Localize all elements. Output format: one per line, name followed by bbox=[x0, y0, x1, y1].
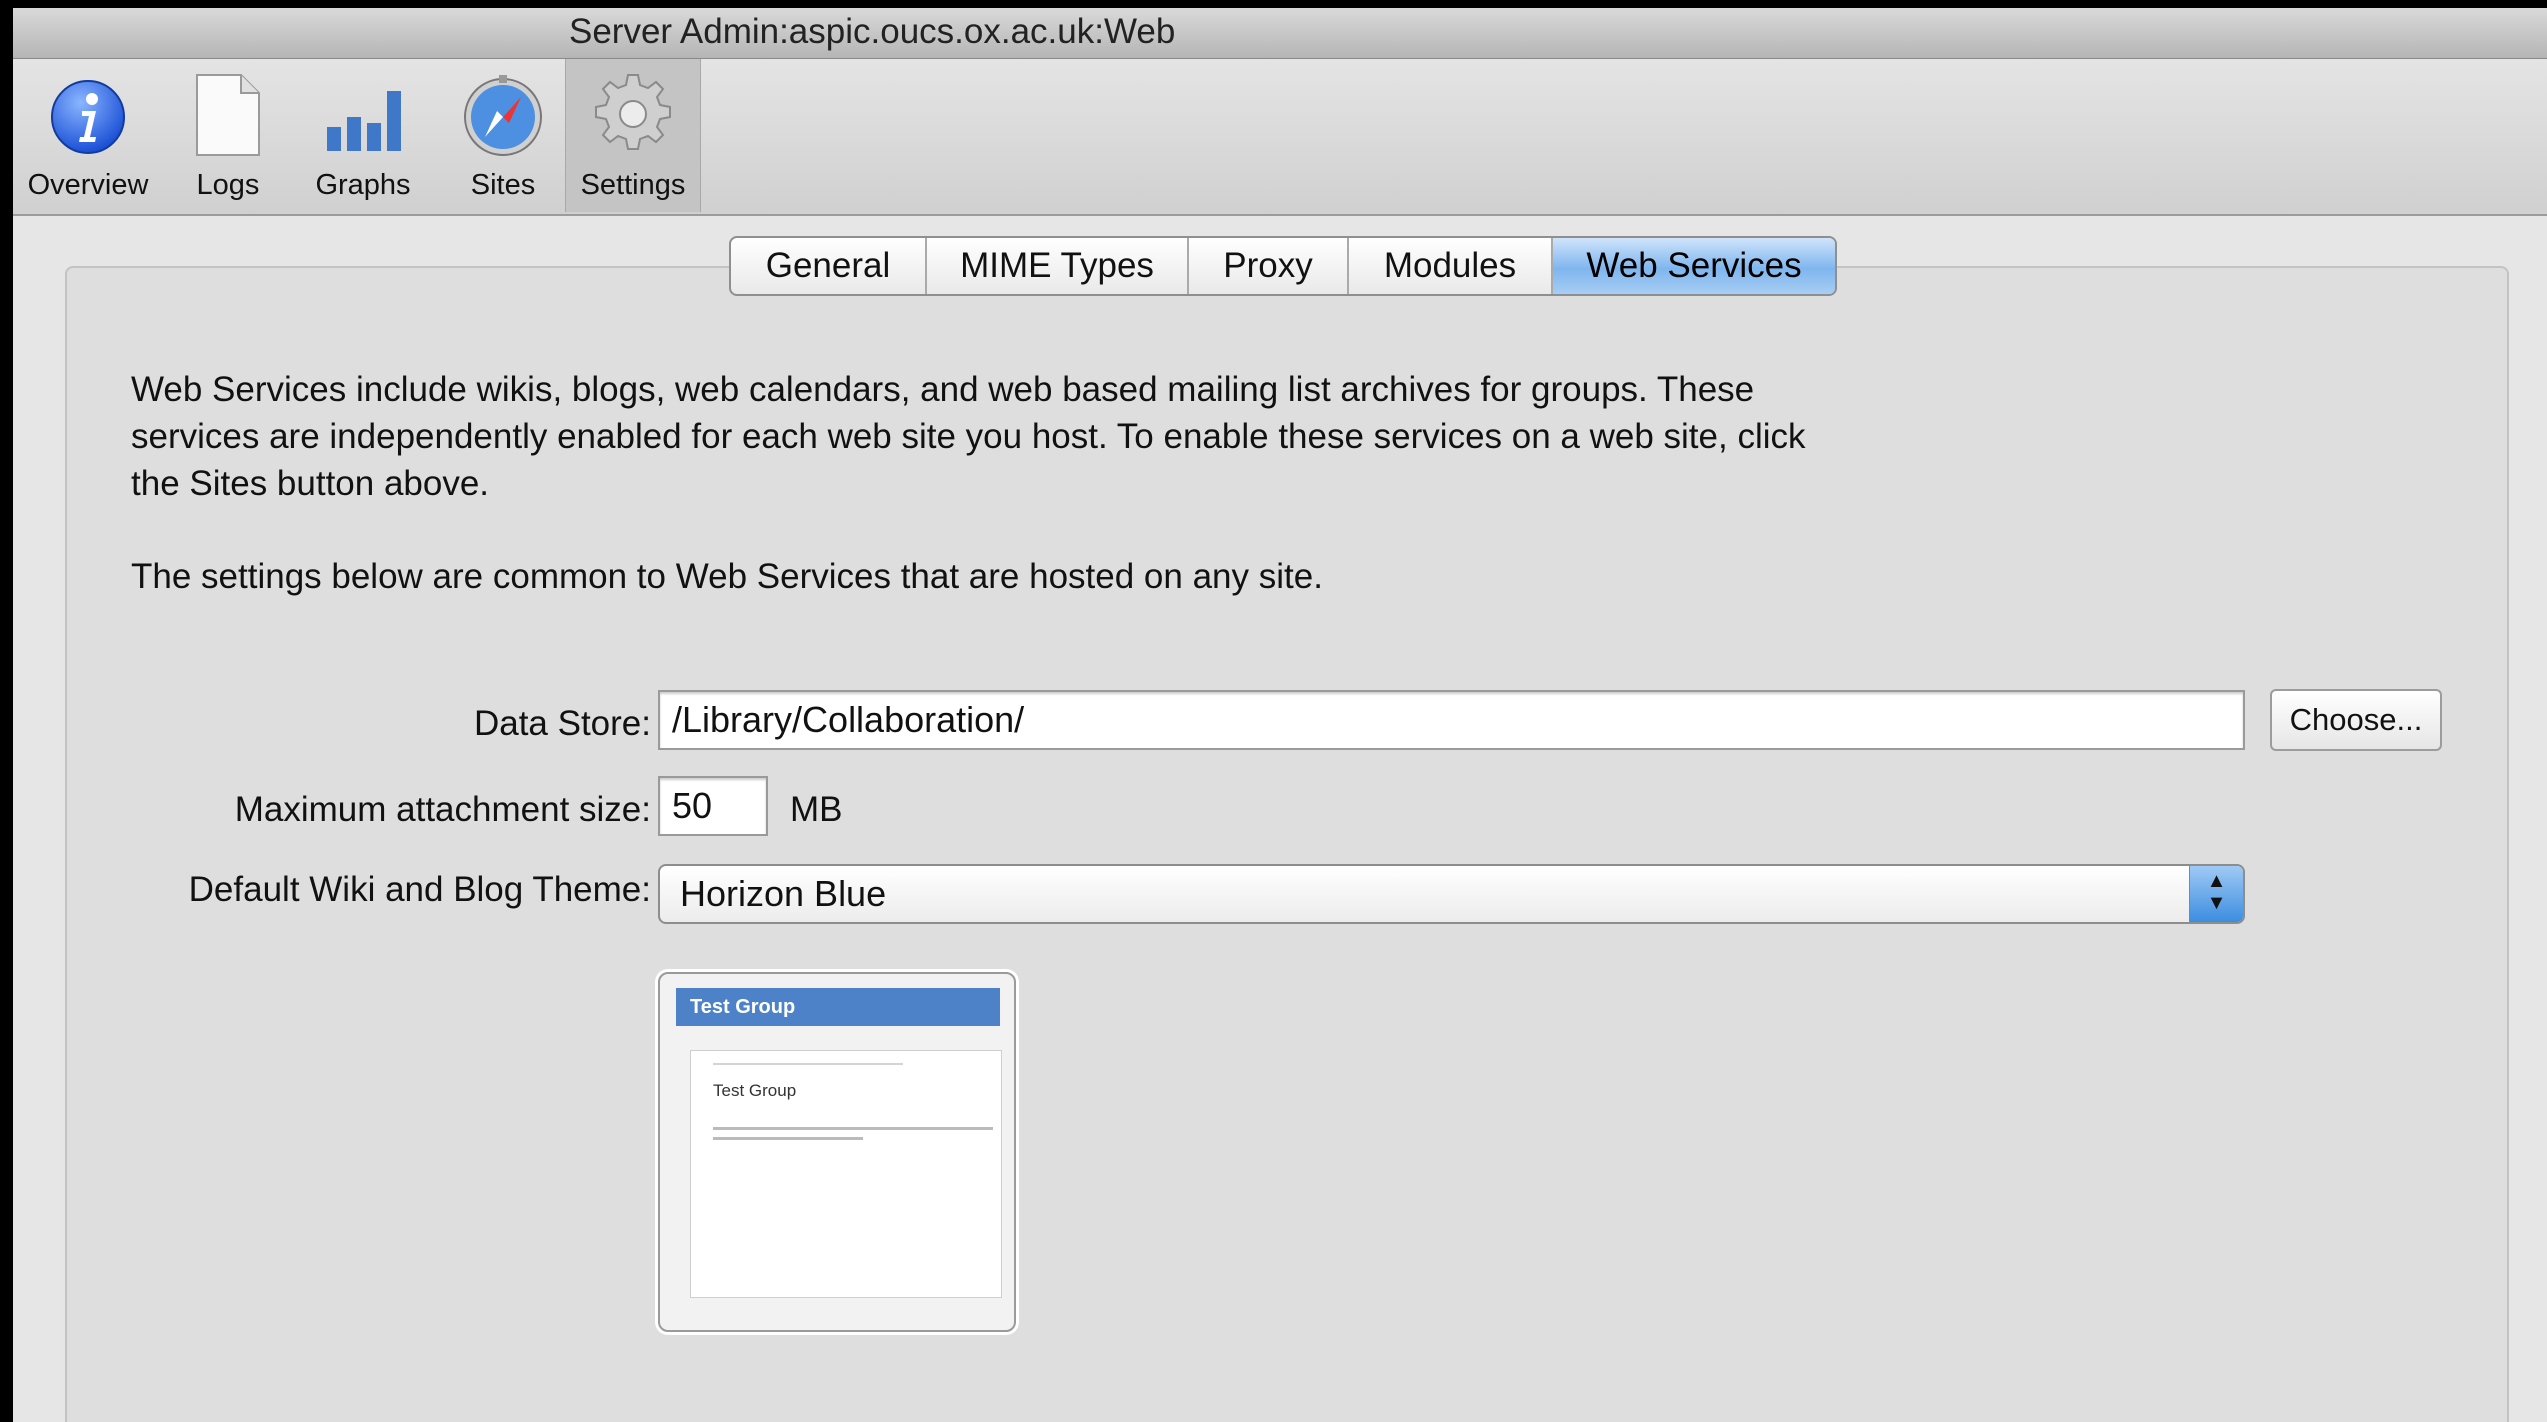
preview-line bbox=[713, 1063, 903, 1065]
theme-label: Default Wiki and Blog Theme: bbox=[188, 870, 651, 909]
server-admin-window: Server Admin:aspic.oucs.ox.ac.uk:Web Ove… bbox=[13, 8, 2547, 1422]
toolbar-overview-button[interactable]: Overview bbox=[13, 59, 163, 212]
toolbar: Overview Logs Graphs Sites Settings bbox=[13, 59, 2547, 216]
tab-web-services[interactable]: Web Services bbox=[1553, 238, 1835, 294]
info-icon bbox=[48, 77, 128, 162]
tab-proxy[interactable]: Proxy bbox=[1189, 238, 1349, 294]
tab-general[interactable]: General bbox=[731, 238, 927, 294]
toolbar-sites-button[interactable]: Sites bbox=[433, 59, 573, 212]
web-services-description: Web Services include wikis, blogs, web c… bbox=[131, 370, 1806, 503]
preview-body: Test Group bbox=[690, 1050, 1002, 1298]
window-title: Server Admin:aspic.oucs.ox.ac.uk:Web bbox=[569, 12, 1176, 51]
toolbar-label: Logs bbox=[196, 169, 260, 201]
theme-popup-value: Horizon Blue bbox=[680, 873, 887, 914]
data-store-label: Data Store: bbox=[473, 704, 651, 743]
popup-arrows-icon: ▲ ▼ bbox=[2189, 866, 2243, 922]
title-bar[interactable]: Server Admin:aspic.oucs.ox.ac.uk:Web bbox=[13, 8, 2547, 59]
bar-graph-icon bbox=[323, 83, 403, 158]
tab-modules[interactable]: Modules bbox=[1349, 238, 1553, 294]
max-attachment-unit: MB bbox=[790, 790, 843, 829]
toolbar-settings-button[interactable]: Settings bbox=[565, 59, 701, 212]
preview-title: Test Group bbox=[713, 1081, 797, 1100]
document-icon bbox=[193, 73, 263, 162]
choose-button[interactable]: Choose... bbox=[2270, 689, 2442, 751]
theme-preview: Test Group Test Group bbox=[658, 972, 1016, 1332]
tab-mime-types[interactable]: MIME Types bbox=[927, 238, 1189, 294]
gear-icon bbox=[590, 71, 676, 162]
compass-icon bbox=[461, 73, 545, 162]
max-attachment-label: Maximum attachment size: bbox=[234, 790, 651, 829]
common-settings-note: The settings below are common to Web Ser… bbox=[131, 557, 1323, 596]
description: Web Services include wikis, blogs, web c… bbox=[131, 366, 1831, 600]
toolbar-label: Overview bbox=[27, 169, 149, 201]
settings-tab-bar: General MIME Types Proxy Modules Web Ser… bbox=[729, 236, 1837, 296]
theme-popup[interactable]: Horizon Blue ▲ ▼ bbox=[658, 864, 2245, 924]
toolbar-logs-button[interactable]: Logs bbox=[163, 59, 293, 212]
toolbar-graphs-button[interactable]: Graphs bbox=[293, 59, 433, 212]
preview-line bbox=[713, 1127, 993, 1130]
preview-header: Test Group bbox=[676, 988, 1000, 1026]
toolbar-label: Sites bbox=[470, 169, 536, 201]
data-store-field[interactable]: /Library/Collaboration/ bbox=[658, 690, 2245, 750]
toolbar-label: Graphs bbox=[315, 169, 411, 201]
preview-line bbox=[713, 1137, 863, 1140]
max-attachment-field[interactable]: 50 bbox=[658, 776, 768, 836]
toolbar-label: Settings bbox=[580, 169, 686, 201]
